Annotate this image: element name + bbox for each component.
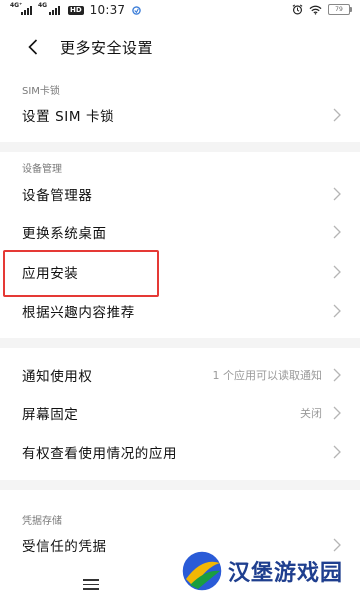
section-label-sim: SIM卡锁: [22, 86, 60, 97]
chevron-right-icon: [333, 265, 341, 279]
chevron-right-icon: [333, 187, 341, 201]
watermark-text: 汉堡游戏园: [228, 560, 344, 586]
row-label: 屏幕固定: [22, 407, 79, 423]
status-bar: 4G⁺ 4G HD 10:37 79: [0, 0, 360, 22]
highlight-box: [3, 250, 159, 297]
chevron-right-icon: [333, 406, 341, 420]
status-time: 10:37: [89, 3, 126, 17]
app-notification-icon: [132, 5, 142, 15]
page-title: 更多安全设置: [60, 39, 154, 57]
row-change-launcher[interactable]: 更换系统桌面: [0, 213, 360, 251]
chevron-right-icon: [333, 108, 341, 122]
signal-icon-sim1: 4G⁺: [10, 3, 35, 15]
section-divider: [0, 480, 360, 490]
row-label: 设置 SIM 卡锁: [22, 109, 115, 125]
chevron-right-icon: [333, 445, 341, 459]
back-button[interactable]: [22, 36, 44, 58]
battery-icon: 79: [328, 4, 352, 15]
row-value: 1 个应用可以读取通知: [212, 369, 323, 382]
wifi-icon: [309, 5, 322, 15]
row-notification-access[interactable]: 通知使用权 1 个应用可以读取通知: [0, 356, 360, 394]
section-label-credentials: 凭据存储: [22, 516, 62, 527]
signal-icon-sim2: 4G: [38, 3, 63, 15]
menu-icon[interactable]: [83, 579, 99, 590]
row-usage-access[interactable]: 有权查看使用情况的应用: [0, 433, 360, 471]
section-divider: [0, 142, 360, 152]
row-label: 根据兴趣内容推荐: [22, 305, 135, 321]
row-value: 关闭: [300, 407, 322, 420]
row-label: 更换系统桌面: [22, 226, 107, 242]
row-label: 设备管理器: [22, 188, 93, 204]
hd-badge: HD: [68, 5, 84, 15]
row-recommendations[interactable]: 根据兴趣内容推荐: [0, 292, 360, 330]
section-label-device: 设备管理: [22, 164, 62, 175]
watermark-logo-icon: [181, 550, 223, 592]
row-label: 受信任的凭据: [22, 539, 107, 555]
row-label: 有权查看使用情况的应用: [22, 446, 178, 462]
row-set-sim-lock[interactable]: 设置 SIM 卡锁: [0, 96, 360, 134]
row-label: 通知使用权: [22, 369, 93, 385]
row-screen-pinning[interactable]: 屏幕固定 关闭: [0, 394, 360, 432]
row-device-admin[interactable]: 设备管理器: [0, 175, 360, 213]
chevron-right-icon: [333, 225, 341, 239]
back-arrow-icon: [28, 39, 38, 55]
chevron-right-icon: [333, 304, 341, 318]
section-divider: [0, 338, 360, 348]
header: 更多安全设置: [0, 26, 360, 68]
alarm-icon: [292, 4, 303, 15]
watermark: 汉堡游戏园: [180, 548, 350, 594]
chevron-right-icon: [333, 368, 341, 382]
